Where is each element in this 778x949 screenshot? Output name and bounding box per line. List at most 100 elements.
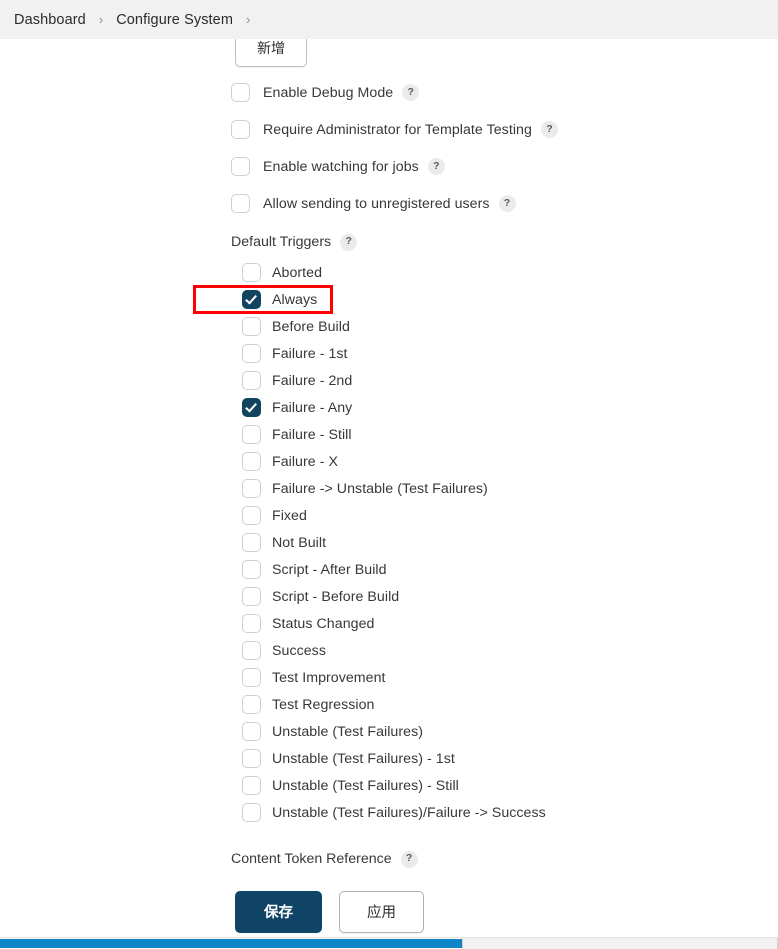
trigger-label: Failure - X (272, 453, 338, 470)
trigger-checkbox[interactable] (242, 479, 261, 498)
trigger-checkbox[interactable] (242, 695, 261, 714)
trigger-checkbox[interactable] (242, 344, 261, 363)
trigger-checkbox[interactable] (242, 263, 261, 282)
trigger-label: Failure - 1st (272, 345, 348, 362)
trigger-row: Unstable (Test Failures) - 1st (242, 745, 778, 772)
trigger-checkbox[interactable] (242, 560, 261, 579)
trigger-label: Not Built (272, 534, 327, 551)
trigger-label: Always (272, 291, 318, 308)
help-icon-require-administrator[interactable]: ? (540, 121, 558, 138)
content-token-reference-heading: Content Token Reference ? (231, 848, 778, 870)
trigger-label: Unstable (Test Failures)/Failure -> Succ… (272, 804, 546, 821)
trigger-row: Failure - 2nd (242, 367, 778, 394)
trigger-checkbox[interactable] (242, 776, 261, 795)
trigger-row: Failure -> Unstable (Test Failures) (242, 475, 778, 502)
trigger-row: Before Build (242, 313, 778, 340)
trigger-checkbox[interactable] (242, 722, 261, 741)
trigger-checkbox[interactable] (242, 317, 261, 336)
trigger-label: Test Regression (272, 696, 375, 713)
trigger-checkbox[interactable] (242, 398, 261, 417)
trigger-row: Test Regression (242, 691, 778, 718)
trigger-row: Unstable (Test Failures) - Still (242, 772, 778, 799)
save-button[interactable]: 保存 (235, 890, 322, 933)
checkbox-allow-unregistered-users[interactable] (231, 194, 250, 213)
trigger-label: Unstable (Test Failures) - 1st (272, 750, 455, 767)
trigger-row: Test Improvement (242, 664, 778, 691)
default-triggers-heading: Default Triggers ? (231, 225, 778, 259)
trigger-label: Before Build (272, 318, 350, 335)
trigger-checkbox[interactable] (242, 749, 261, 768)
trigger-checkbox[interactable] (242, 803, 261, 822)
trigger-row: Success (242, 637, 778, 664)
trigger-row: Fixed (242, 502, 778, 529)
breadcrumb-configure-system[interactable]: Configure System (116, 12, 233, 28)
trigger-checkbox[interactable] (242, 587, 261, 606)
trigger-label: Success (272, 642, 326, 659)
content-token-reference-title: Content Token Reference (231, 851, 392, 867)
option-label-enable-watching-jobs: Enable watching for jobs (263, 158, 419, 175)
trigger-label: Unstable (Test Failures) (272, 723, 424, 740)
trigger-row: Not Built (242, 529, 778, 556)
trigger-checkbox[interactable] (242, 614, 261, 633)
horizontal-scrollbar[interactable] (0, 937, 778, 949)
trigger-row: Unstable (Test Failures)/Failure -> Succ… (242, 799, 778, 826)
default-triggers-title: Default Triggers (231, 234, 332, 250)
trigger-checkbox[interactable] (242, 641, 261, 660)
trigger-checkbox[interactable] (242, 533, 261, 552)
help-icon-enable-debug-mode[interactable]: ? (402, 84, 420, 101)
trigger-label: Test Improvement (272, 669, 386, 686)
default-triggers-list: Aborted Always Before Build Failure - 1st Fa… (242, 259, 778, 826)
checkbox-enable-watching-jobs[interactable] (231, 157, 250, 176)
option-row-allow-unregistered-users: Allow sending to unregistered users ? (231, 185, 778, 222)
add-button[interactable]: 新增 (235, 39, 307, 67)
trigger-checkbox[interactable] (242, 452, 261, 471)
help-icon-enable-watching-jobs[interactable]: ? (427, 158, 445, 175)
trigger-row: Always (242, 286, 778, 313)
breadcrumb: Dashboard › Configure System › (0, 0, 778, 39)
trigger-row: Failure - X (242, 448, 778, 475)
add-button-container: 新增 (235, 39, 778, 74)
breadcrumb-dashboard[interactable]: Dashboard (14, 12, 86, 28)
general-options-group: Enable Debug Mode ? Require Administrato… (231, 74, 778, 222)
help-icon-default-triggers[interactable]: ? (340, 233, 358, 251)
option-label-allow-unregistered-users: Allow sending to unregistered users (263, 195, 490, 212)
breadcrumb-separator-icon: › (98, 12, 104, 27)
trigger-row: Status Changed (242, 610, 778, 637)
trigger-label: Unstable (Test Failures) - Still (272, 777, 459, 794)
scrollbar-track[interactable] (462, 938, 778, 949)
trigger-checkbox[interactable] (242, 668, 261, 687)
trigger-row: Failure - 1st (242, 340, 778, 367)
trigger-checkbox[interactable] (242, 290, 261, 309)
trigger-checkbox[interactable] (242, 371, 261, 390)
help-icon-allow-unregistered-users[interactable]: ? (498, 195, 516, 212)
option-row-require-administrator: Require Administrator for Template Testi… (231, 111, 778, 148)
trigger-label: Fixed (272, 507, 307, 524)
breadcrumb-trailing-separator-icon: › (246, 12, 251, 27)
trigger-checkbox[interactable] (242, 506, 261, 525)
option-label-require-administrator: Require Administrator for Template Testi… (263, 121, 532, 138)
trigger-checkbox[interactable] (242, 425, 261, 444)
checkbox-enable-debug-mode[interactable] (231, 83, 250, 102)
trigger-row: Failure - Still (242, 421, 778, 448)
option-row-enable-debug-mode: Enable Debug Mode ? (231, 74, 778, 111)
configure-system-form: 新增 Enable Debug Mode ? Require Administr… (0, 39, 778, 937)
option-label-enable-debug-mode: Enable Debug Mode (263, 84, 394, 101)
trigger-label: Failure - 2nd (272, 372, 353, 389)
scrollbar-thumb[interactable] (0, 939, 462, 948)
help-icon-content-token-reference[interactable]: ? (400, 850, 418, 868)
apply-button[interactable]: 应用 (339, 890, 424, 933)
trigger-label: Failure -> Unstable (Test Failures) (272, 480, 488, 497)
trigger-label: Aborted (272, 264, 323, 281)
trigger-row: Failure - Any (242, 394, 778, 421)
trigger-row: Script - Before Build (242, 583, 778, 610)
trigger-label: Failure - Still (272, 426, 352, 443)
checkbox-require-administrator[interactable] (231, 120, 250, 139)
trigger-row: Script - After Build (242, 556, 778, 583)
option-row-enable-watching-jobs: Enable watching for jobs ? (231, 148, 778, 185)
trigger-row: Aborted (242, 259, 778, 286)
form-footer: 保存 应用 (0, 886, 778, 937)
trigger-label: Script - After Build (272, 561, 387, 578)
trigger-label: Status Changed (272, 615, 375, 632)
trigger-label: Script - Before Build (272, 588, 400, 605)
trigger-row: Unstable (Test Failures) (242, 718, 778, 745)
